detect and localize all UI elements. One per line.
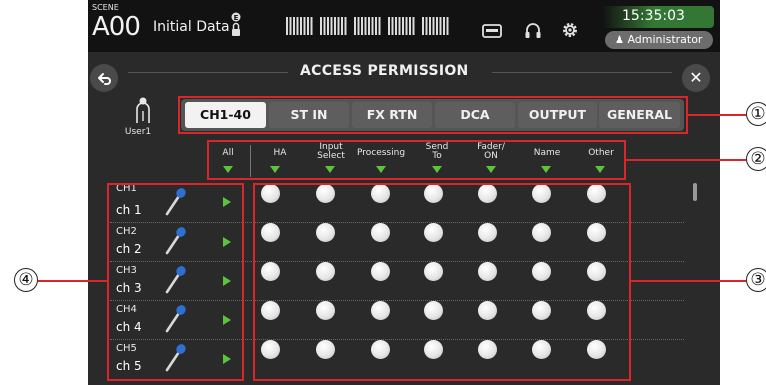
meter-bar [429, 17, 431, 35]
meter-bar [330, 17, 333, 35]
user-name: User1 [124, 127, 152, 137]
scene-name[interactable]: Initial Data [153, 19, 230, 35]
gear-icon[interactable] [561, 21, 579, 39]
callout-box-tabs [178, 96, 688, 134]
meter-bar [371, 17, 374, 35]
meter-bar [425, 17, 428, 35]
level-meters [286, 17, 449, 35]
callout-line [688, 114, 746, 116]
meter-bar [307, 17, 309, 35]
meter-bar [341, 17, 343, 35]
callout-4: ④ [14, 268, 38, 292]
meter-bar [395, 17, 397, 35]
meter-bar [443, 17, 445, 35]
user-icon: ♟ [615, 35, 624, 46]
callout-1: ① [746, 102, 766, 126]
meter-bar [320, 17, 322, 35]
user-badge[interactable]: ♟ Administrator [605, 31, 713, 49]
meter-bar [334, 17, 336, 35]
meter-bar [357, 17, 360, 35]
meter-bar [300, 17, 302, 35]
meter-bar [398, 17, 401, 35]
meter-bar [446, 17, 449, 35]
callout-box-toggles [253, 183, 631, 381]
meter-bar [354, 17, 356, 35]
callout-box-columns [207, 140, 626, 180]
meter-bar [412, 17, 415, 35]
svg-text:E: E [234, 14, 239, 22]
meter-bar [323, 17, 326, 35]
meter-bar [344, 17, 347, 35]
meter-bar [327, 17, 329, 35]
meter-bar [409, 17, 411, 35]
meter-bar [303, 17, 306, 35]
meter-bar [405, 17, 408, 35]
meter-bar [402, 17, 404, 35]
meter-bar [364, 17, 367, 35]
meter-bar [378, 17, 381, 35]
meter-bar [296, 17, 299, 35]
back-arrow-icon [98, 73, 111, 85]
meter-bar [391, 17, 394, 35]
lock-icon: E [231, 12, 241, 36]
dialog-title: ACCESS PERMISSION [300, 63, 469, 79]
user-role: Administrator [627, 33, 703, 46]
clock: 15:35:03 [622, 8, 685, 24]
meter-bar [375, 17, 377, 35]
meter-bar [361, 17, 363, 35]
scene-number[interactable]: A00 [92, 12, 141, 42]
meter-bar [439, 17, 442, 35]
recorder-icon[interactable] [482, 24, 502, 38]
meter-bar [432, 17, 435, 35]
callout-box-channels [107, 183, 244, 381]
callout-2: ② [746, 147, 766, 171]
back-button[interactable] [90, 64, 118, 92]
callout-line [626, 159, 746, 161]
close-icon: ✕ [689, 68, 703, 87]
meter-bar [286, 17, 288, 35]
callout-3: ③ [746, 268, 766, 292]
meter-bar [368, 17, 370, 35]
close-button[interactable]: ✕ [682, 64, 710, 92]
callout-line [631, 280, 746, 282]
headphone-icon[interactable] [524, 21, 542, 39]
meter-bar [337, 17, 340, 35]
meter-bar [388, 17, 390, 35]
scene-label: SCENE [92, 3, 119, 12]
meter-bar [289, 17, 292, 35]
meter-bar [422, 17, 424, 35]
meter-bar [436, 17, 438, 35]
scrollbar[interactable] [693, 183, 697, 201]
meter-bar [310, 17, 313, 35]
meter-bar [293, 17, 295, 35]
user-icon [136, 97, 150, 123]
callout-line [38, 280, 107, 282]
